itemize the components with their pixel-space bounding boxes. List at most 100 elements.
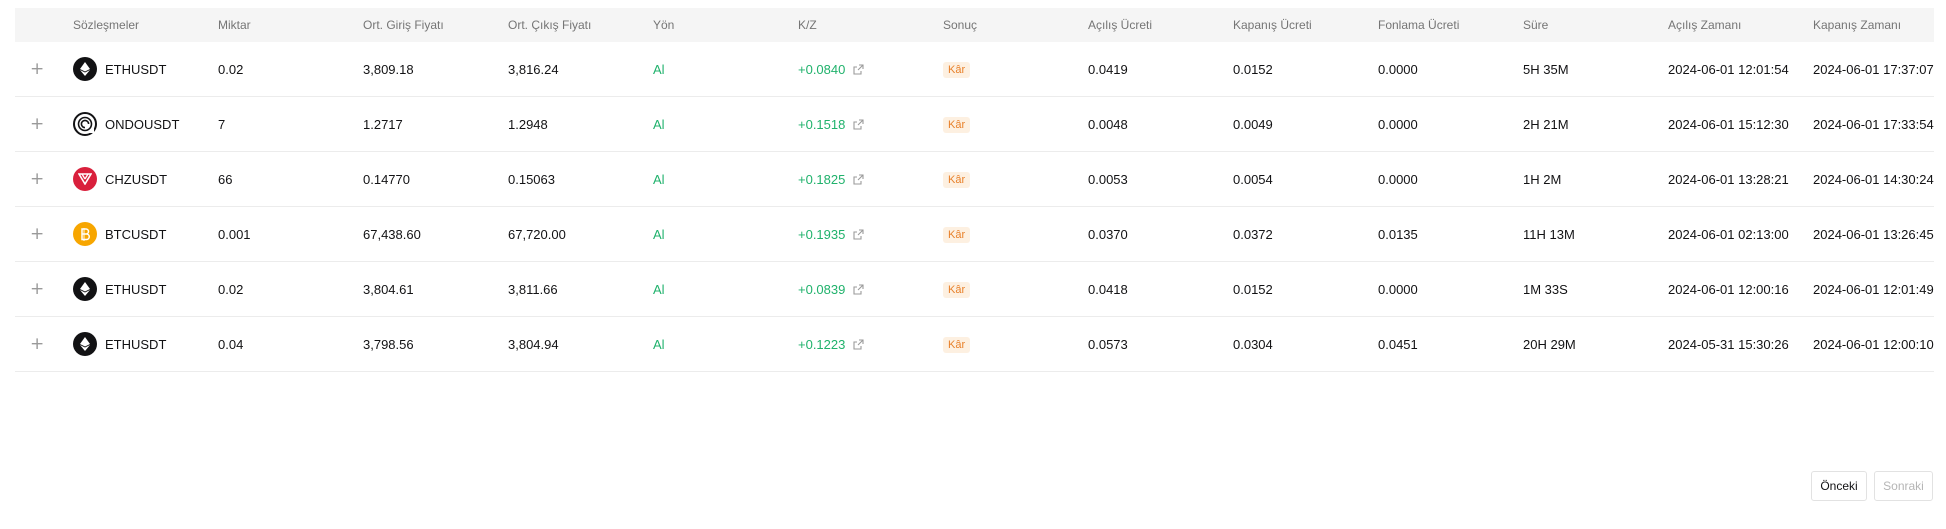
close-time-value: 2024-06-01 13:26:45 (1813, 226, 1934, 242)
contracts-header: Sözleşmeler (73, 18, 140, 32)
close-time-value: 2024-06-01 12:01:49 (1813, 281, 1934, 297)
avg-exit-price-value: 3,811.66 (508, 281, 558, 297)
pnl-header: K/Z (798, 18, 817, 32)
quantity-value: 66 (218, 171, 233, 187)
contract-cell[interactable]: ETHUSDT (73, 332, 218, 356)
eth-icon (73, 57, 97, 81)
avg-entry-price-value: 3,804.61 (363, 281, 414, 297)
closing-fee-value: 0.0372 (1233, 226, 1273, 242)
close-time-value: 2024-06-01 17:37:07 (1813, 61, 1934, 77)
table-row: + ETHUSDT 0.02 3,804.61 3,811.66 Al +0.0839 Kâr… (15, 262, 1934, 317)
pagination: Önceki Sonraki (1811, 471, 1933, 501)
table-row: + BTCUSDT 0.001 67,438.60 67,720.00 Al +0.1935… (15, 207, 1934, 262)
open-time-value: 2024-06-01 13:28:21 (1668, 171, 1789, 187)
quantity-value: 0.02 (218, 281, 244, 297)
close-time-value: 2024-06-01 17:33:54 (1813, 116, 1934, 132)
quantity-value: 0.001 (218, 226, 251, 242)
trade-history-table: Sözleşmeler Miktar Ort. Giriş Fiyatı Ort. Ç… (15, 8, 1934, 372)
side-value: Al (653, 171, 665, 187)
quantity-value: 7 (218, 116, 226, 132)
duration-value: 20H 29M (1523, 336, 1576, 352)
pnl-value: +0.1518 (798, 116, 846, 132)
external-link-icon[interactable] (853, 173, 864, 185)
external-link-icon[interactable] (853, 228, 864, 240)
pnl-value: +0.0839 (798, 281, 846, 297)
funding-fee-value: 0.0000 (1378, 171, 1418, 187)
opening-fee-value: 0.0370 (1088, 226, 1128, 242)
closing-fee-value: 0.0054 (1233, 171, 1273, 187)
contract-cell[interactable]: ONDOUSDT (73, 112, 218, 136)
duration-value: 1H 2M (1523, 171, 1562, 187)
funding-fee-value: 0.0000 (1378, 281, 1418, 297)
chz-icon (73, 167, 97, 191)
contract-symbol: ETHUSDT (105, 336, 167, 352)
eth-icon (73, 277, 97, 301)
duration-value: 2H 21M (1523, 116, 1569, 132)
avg-entry-price-value: 3,798.56 (363, 336, 414, 352)
open-time-header: Açılış Zamanı (1668, 18, 1742, 32)
avg-exit-price-value: 3,816.24 (508, 61, 559, 77)
result-badge: Kâr (943, 171, 971, 188)
avg-exit-price-value: 1.2948 (508, 116, 548, 132)
external-link-icon[interactable] (853, 63, 864, 75)
btc-icon (73, 222, 97, 246)
result-badge: Kâr (943, 281, 971, 298)
closing-fee-value: 0.0304 (1233, 336, 1273, 352)
side-value: Al (653, 336, 665, 352)
avg-entry-price-value: 67,438.60 (363, 226, 421, 242)
opening-fee-value: 0.0418 (1088, 281, 1128, 297)
table-body: + ETHUSDT 0.02 3,809.18 3,816.24 Al +0.0840 Kâr… (15, 42, 1934, 372)
result-badge: Kâr (943, 336, 971, 353)
contract-cell[interactable]: BTCUSDT (73, 222, 218, 246)
funding-fee-header: Fonlama Ücreti (1378, 18, 1460, 32)
side-value: Al (653, 61, 665, 77)
avg-entry-price-value: 3,809.18 (363, 61, 414, 77)
previous-page-button[interactable]: Önceki (1811, 471, 1867, 501)
close-time-value: 2024-06-01 14:30:24 (1813, 171, 1934, 187)
side-value: Al (653, 281, 665, 297)
opening-fee-value: 0.0048 (1088, 116, 1128, 132)
expand-row-button[interactable]: + (30, 61, 44, 78)
expand-row-button[interactable]: + (30, 281, 44, 298)
duration-value: 1M 33S (1523, 281, 1568, 297)
open-time-value: 2024-06-01 12:01:54 (1668, 61, 1789, 77)
external-link-icon[interactable] (853, 283, 864, 295)
expand-row-button[interactable]: + (30, 226, 44, 243)
opening-fee-value: 0.0573 (1088, 336, 1128, 352)
external-link-icon[interactable] (853, 118, 864, 130)
contract-symbol: ETHUSDT (105, 281, 167, 297)
closing-fee-header: Kapanış Ücreti (1233, 18, 1312, 32)
result-badge: Kâr (943, 61, 971, 78)
table-row: + ETHUSDT 0.04 3,798.56 3,804.94 Al +0.1223 Kâr… (15, 317, 1934, 372)
expand-row-button[interactable]: + (30, 171, 44, 188)
pnl-value: +0.1935 (798, 226, 846, 242)
side-header: Yön (653, 18, 675, 32)
quantity-value: 0.04 (218, 336, 244, 352)
funding-fee-value: 0.0000 (1378, 61, 1418, 77)
quantity-value: 0.02 (218, 61, 244, 77)
opening-fee-header: Açılış Ücreti (1088, 18, 1153, 32)
open-time-value: 2024-06-01 02:13:00 (1668, 226, 1789, 242)
expand-row-button[interactable]: + (30, 336, 44, 353)
external-link-icon[interactable] (853, 338, 864, 350)
contract-symbol: ONDOUSDT (105, 116, 180, 132)
result-badge: Kâr (943, 116, 971, 133)
funding-fee-value: 0.0000 (1378, 116, 1418, 132)
avg-exit-price-value: 67,720.00 (508, 226, 566, 242)
contract-cell[interactable]: CHZUSDT (73, 167, 218, 191)
duration-value: 11H 13M (1523, 226, 1575, 242)
result-header: Sonuç (943, 18, 978, 32)
duration-value: 5H 35M (1523, 61, 1569, 77)
expand-row-button[interactable]: + (30, 116, 44, 133)
contract-cell[interactable]: ETHUSDT (73, 277, 218, 301)
side-value: Al (653, 116, 665, 132)
avg-exit-price-header: Ort. Çıkış Fiyatı (508, 18, 592, 32)
table-row: + ONDOUSDT 7 1.2717 1.2948 Al +0.1518 Kâr 0.0048… (15, 97, 1934, 152)
contract-cell[interactable]: ETHUSDT (73, 57, 218, 81)
next-page-button[interactable]: Sonraki (1874, 471, 1933, 501)
ondo-icon (73, 112, 97, 136)
closing-fee-value: 0.0049 (1233, 116, 1273, 132)
opening-fee-value: 0.0419 (1088, 61, 1128, 77)
quantity-header: Miktar (218, 18, 251, 32)
close-time-header: Kapanış Zamanı (1813, 18, 1902, 32)
